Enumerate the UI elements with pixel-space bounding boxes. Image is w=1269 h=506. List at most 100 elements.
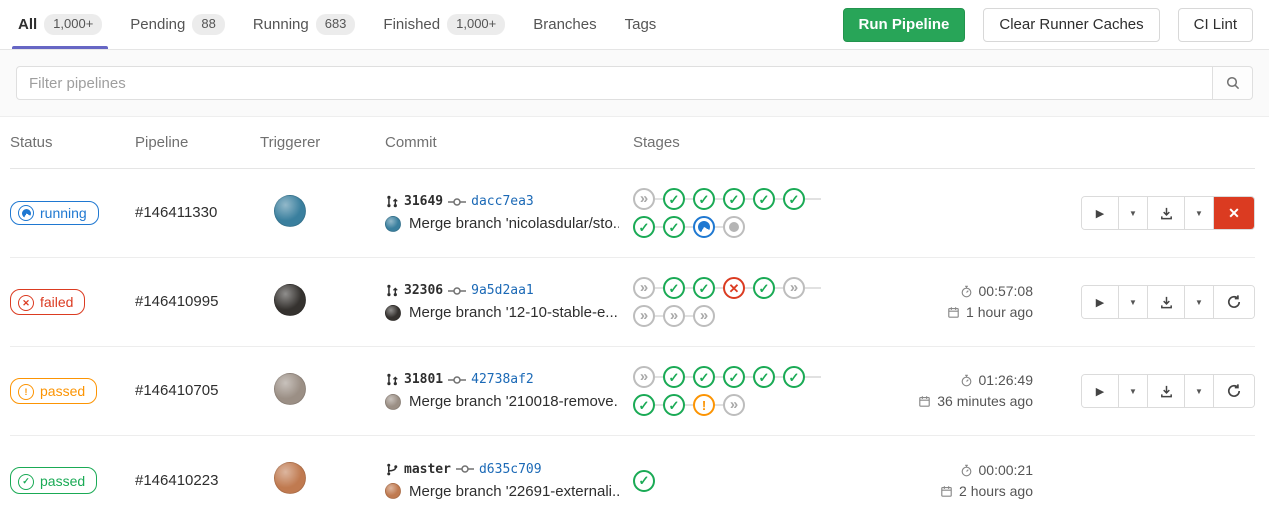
status-label: passed [40,473,85,489]
stage-icon-skipped[interactable]: » [633,188,655,210]
stopwatch-icon [960,285,973,298]
stage-connector [775,287,783,289]
manual-action-button[interactable]: ▶ [1082,197,1119,229]
stage-icon-passed[interactable]: ✓ [753,277,775,299]
avatar[interactable] [274,284,306,316]
pipeline-finished-ago: 1 hour ago [966,302,1033,323]
status-badge[interactable]: ! passed [10,378,97,405]
toolbar: Run Pipeline Clear Runner Caches CI Lint [843,8,1253,42]
stage-icon-passed[interactable]: ✓ [633,470,655,492]
stage-icon-passed[interactable]: ✓ [723,188,745,210]
manual-action-button[interactable]: ▶ [1082,375,1119,407]
manual-action-button[interactable]: ▶ [1082,286,1119,318]
stage-icon-skipped[interactable]: » [663,305,685,327]
stage-icon-passed[interactable]: ✓ [663,277,685,299]
tab-label: Branches [533,16,596,33]
merge-request-link[interactable]: 31649 [404,194,443,209]
artifacts-download-button[interactable] [1148,375,1185,407]
stage-connector [805,198,813,200]
stages-mini-graph: ✓ [633,470,833,492]
tab-count-badge: 1,000+ [447,14,505,35]
stage-icon-skipped[interactable]: » [633,277,655,299]
stage-icon-passed[interactable]: ✓ [663,188,685,210]
stage-connector [805,287,813,289]
merge-request-link[interactable]: 32306 [404,283,443,298]
manual-action-dropdown[interactable]: ▼ [1119,286,1148,318]
cancel-pipeline-button[interactable]: ✕ [1214,197,1254,229]
artifacts-dropdown[interactable]: ▼ [1185,286,1214,318]
commit-sha-link[interactable]: 42738af2 [471,372,534,387]
stage-connector [655,287,663,289]
stage-icon-passed[interactable]: ✓ [783,366,805,388]
stage-icon-skipped[interactable]: » [633,366,655,388]
commit-message-link[interactable]: Merge branch '12-10-stable-e... [409,304,618,321]
pipeline-link[interactable]: #146410223 [135,472,218,489]
branch-link[interactable]: master [404,462,451,477]
merge-request-link[interactable]: 31801 [404,372,443,387]
pipelines-tab-bar: All 1,000+ Pending 88 Running 683 Finish… [0,0,1269,50]
commit-message-link[interactable]: Merge branch 'nicolasdular/sto... [409,215,619,232]
stage-icon-created[interactable] [723,216,745,238]
stage-icon-failed[interactable]: ✕ [723,277,745,299]
commit-sha-link[interactable]: dacc7ea3 [471,194,534,209]
stage-icon-passed[interactable]: ✓ [783,188,805,210]
artifacts-download-button[interactable] [1148,286,1185,318]
stage-icon-passed[interactable]: ✓ [663,216,685,238]
stage-icon-passed[interactable]: ✓ [753,188,775,210]
ci-lint-button[interactable]: CI Lint [1178,8,1253,42]
stage-icon-passed[interactable]: ✓ [693,366,715,388]
commit-sha-link[interactable]: 9a5d2aa1 [471,283,534,298]
tab-branches[interactable]: Branches [533,0,596,49]
pipeline-link[interactable]: #146410705 [135,382,218,399]
commit-message-link[interactable]: Merge branch '22691-externali... [409,483,619,500]
avatar[interactable] [274,462,306,494]
tab-finished[interactable]: Finished 1,000+ [383,0,505,49]
stage-icon-skipped[interactable]: » [783,277,805,299]
header-stages: Stages [633,134,848,151]
status-badge[interactable]: ✕ failed [10,289,85,316]
status-badge[interactable]: running [10,201,99,226]
clear-runner-caches-button[interactable]: Clear Runner Caches [983,8,1159,42]
artifacts-dropdown[interactable]: ▼ [1185,197,1214,229]
stage-icon-passed[interactable]: ✓ [663,394,685,416]
filter-pipelines-input[interactable] [16,66,1213,100]
run-pipeline-button[interactable]: Run Pipeline [843,8,966,42]
artifacts-download-button[interactable] [1148,197,1185,229]
avatar[interactable] [274,373,306,405]
manual-action-dropdown[interactable]: ▼ [1119,197,1148,229]
retry-pipeline-button[interactable] [1214,375,1254,407]
stopwatch-icon [960,464,973,477]
pipeline-link[interactable]: #146410995 [135,293,218,310]
stage-icon-passed[interactable]: ✓ [723,366,745,388]
stage-icon-passed[interactable]: ✓ [693,188,715,210]
stage-icon-passed[interactable]: ✓ [753,366,775,388]
commit-author-avatar[interactable] [385,483,401,499]
stage-icon-skipped[interactable]: » [633,305,655,327]
commit-sha-link[interactable]: d635c709 [479,462,542,477]
artifacts-dropdown[interactable]: ▼ [1185,375,1214,407]
tab-running[interactable]: Running 683 [253,0,356,49]
commit-author-avatar[interactable] [385,394,401,410]
commit-author-avatar[interactable] [385,305,401,321]
stage-icon-skipped[interactable]: » [693,305,715,327]
pipeline-link[interactable]: #146411330 [135,204,217,221]
stage-icon-passed[interactable]: ✓ [693,277,715,299]
avatar[interactable] [274,195,306,227]
stage-icon-warning[interactable]: ! [693,394,715,416]
retry-pipeline-button[interactable] [1214,286,1254,318]
stage-icon-passed[interactable]: ✓ [633,394,655,416]
commit-author-avatar[interactable] [385,216,401,232]
status-badge[interactable]: ✓ passed [10,467,97,494]
status-label: running [40,205,87,221]
stage-icon-passed[interactable]: ✓ [663,366,685,388]
stage-icon-passed[interactable]: ✓ [633,216,655,238]
stage-icon-running[interactable] [693,216,715,238]
pipeline-duration: 00:57:08 [979,281,1034,302]
tab-pending[interactable]: Pending 88 [130,0,225,49]
stage-icon-skipped[interactable]: » [723,394,745,416]
search-button[interactable] [1213,66,1253,100]
commit-message-link[interactable]: Merge branch '210018-remove... [409,393,619,410]
tab-all[interactable]: All 1,000+ [18,0,102,49]
tab-tags[interactable]: Tags [625,0,657,49]
manual-action-dropdown[interactable]: ▼ [1119,375,1148,407]
